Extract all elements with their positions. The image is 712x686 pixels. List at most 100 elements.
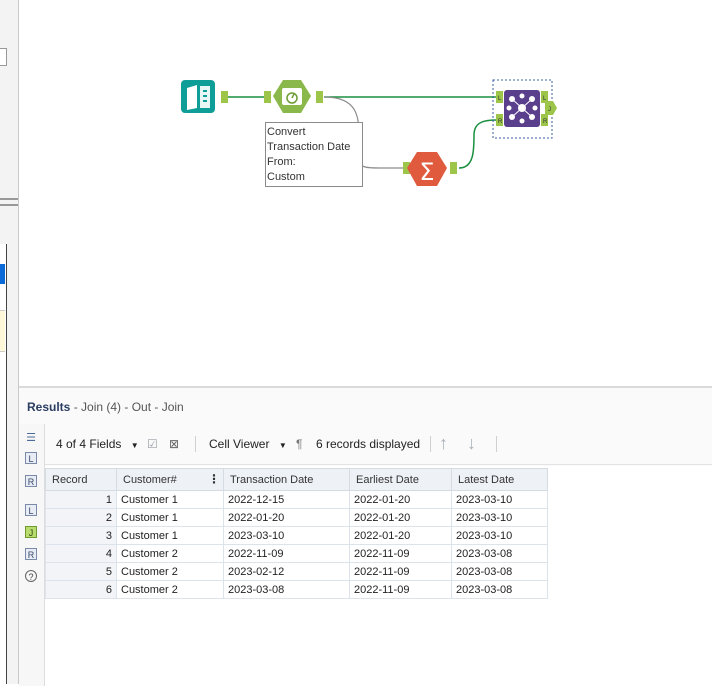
header-row: Record Customer# ⋮ Transaction Date Earl…	[45, 468, 548, 491]
panel-divider	[0, 198, 18, 200]
anchor-label-r: R	[498, 119, 503, 125]
cell-earliest-date[interactable]: 2022-01-20	[349, 508, 452, 527]
chevron-down-icon: ▼	[130, 441, 139, 450]
left-input-button[interactable]: L	[25, 452, 37, 464]
deselect-icon[interactable]: ⊠	[169, 437, 179, 451]
column-header-customer[interactable]: Customer# ⋮	[116, 468, 224, 491]
results-toolbar: 4 of 4 Fields ▼ ☑ ⊠ Cell Viewer ▼ ¶ 6 re…	[45, 424, 712, 465]
column-header-earliest-date[interactable]: Earliest Date	[349, 468, 452, 491]
table-row[interactable]: 1 Customer 1 2022-12-15 2022-01-20 2023-…	[45, 490, 548, 509]
fields-label: 4 of 4 Fields	[56, 437, 122, 451]
cell-record[interactable]: 3	[45, 526, 117, 545]
join-j-output-anchor	[545, 101, 557, 115]
workflow-canvas[interactable]: Σ L R L J R Convert Transaction Date Fro…	[19, 0, 712, 386]
output-anchor	[450, 162, 457, 174]
table-row[interactable]: 4 Customer 2 2022-11-09 2022-11-09 2023-…	[45, 544, 548, 563]
cell-latest-date[interactable]: 2023-03-08	[451, 544, 548, 563]
cell-customer[interactable]: Customer 1	[116, 490, 224, 509]
arrow-down-icon[interactable]: ↓	[467, 433, 476, 454]
panel-collapse-handle[interactable]	[0, 48, 7, 66]
output-anchor	[316, 91, 323, 103]
help-icon[interactable]: ?	[25, 570, 37, 582]
cell-latest-date[interactable]: 2023-03-10	[451, 490, 548, 509]
list-icon[interactable]: ☰	[25, 432, 37, 444]
cell-transaction-date[interactable]: 2023-03-08	[223, 580, 350, 599]
anchor-label-r-out: R	[543, 119, 548, 125]
table-row[interactable]: 5 Customer 2 2023-02-12 2022-11-09 2023-…	[45, 562, 548, 581]
summarize-tool: Σ	[407, 152, 447, 186]
workflow-diagram: Σ L R L J R	[181, 79, 557, 186]
arrow-up-icon[interactable]: ↑	[439, 433, 448, 454]
column-header-transaction-date[interactable]: Transaction Date	[223, 468, 350, 491]
table-row[interactable]: 6 Customer 2 2023-03-08 2022-11-09 2023-…	[45, 580, 548, 599]
output-anchor	[221, 91, 228, 103]
cell-latest-date[interactable]: 2023-03-08	[451, 580, 548, 599]
cell-latest-date[interactable]: 2023-03-10	[451, 508, 548, 527]
formula-tool	[273, 80, 311, 113]
cell-transaction-date[interactable]: 2022-12-15	[223, 490, 350, 509]
results-pane: Results - Join (4) - Out - Join ☰ L R L …	[19, 386, 712, 686]
viewer-label: Cell Viewer	[209, 437, 270, 451]
cell-transaction-date[interactable]: 2023-02-12	[223, 562, 350, 581]
left-panel-strip	[0, 0, 19, 684]
cell-earliest-date[interactable]: 2022-11-09	[349, 562, 452, 581]
highlight-row	[0, 310, 5, 352]
cell-transaction-date[interactable]: 2022-01-20	[223, 508, 350, 527]
records-count: 6 records displayed	[316, 437, 421, 451]
pilcrow-icon[interactable]: ¶	[296, 437, 302, 451]
cell-record[interactable]: 2	[45, 508, 117, 527]
right-output-button[interactable]: R	[25, 548, 37, 560]
checkbox-icon[interactable]: ☑	[147, 437, 158, 451]
toolbar-separator	[195, 436, 196, 452]
more-icon[interactable]: ⋮	[208, 472, 220, 486]
cell-record[interactable]: 6	[45, 580, 117, 599]
annotation-line: Custom	[267, 171, 305, 183]
fields-dropdown[interactable]: 4 of 4 Fields ▼	[56, 437, 139, 451]
viewer-dropdown[interactable]: Cell Viewer ▼	[209, 437, 287, 451]
cell-record[interactable]: 5	[45, 562, 117, 581]
cell-earliest-date[interactable]: 2022-01-20	[349, 526, 452, 545]
results-subtitle: - Join (4) - Out - Join	[73, 400, 184, 414]
cell-customer[interactable]: Customer 1	[116, 526, 224, 545]
cell-record[interactable]: 4	[45, 544, 117, 563]
panel-divider	[0, 204, 18, 206]
toolbar-separator	[496, 436, 497, 452]
right-input-button[interactable]: R	[25, 475, 37, 487]
cell-latest-date[interactable]: 2023-03-08	[451, 562, 548, 581]
column-header-label: Customer#	[123, 473, 177, 486]
results-title: Results	[27, 400, 71, 414]
annotation-line: Transaction Date	[267, 141, 351, 153]
connector-summarize-to-join-right	[458, 119, 498, 169]
cell-latest-date[interactable]: 2023-03-10	[451, 526, 548, 545]
cell-earliest-date[interactable]: 2022-01-20	[349, 490, 452, 509]
svg-text:Σ: Σ	[419, 158, 434, 186]
cell-earliest-date[interactable]: 2022-11-09	[349, 580, 452, 599]
cell-customer[interactable]: Customer 2	[116, 580, 224, 599]
cell-transaction-date[interactable]: 2023-03-10	[223, 526, 350, 545]
results-grid[interactable]: Record Customer# ⋮ Transaction Date Earl…	[45, 466, 712, 686]
column-header-record[interactable]: Record	[45, 468, 117, 491]
toolbar-separator	[430, 436, 431, 452]
chevron-down-icon: ▼	[278, 441, 287, 450]
left-output-button[interactable]: L	[25, 504, 37, 516]
table-row[interactable]: 2 Customer 1 2022-01-20 2022-01-20 2023-…	[45, 508, 548, 527]
cell-customer[interactable]: Customer 2	[116, 562, 224, 581]
input-anchor	[264, 91, 271, 103]
cell-customer[interactable]: Customer 1	[116, 508, 224, 527]
join-output-button[interactable]: J	[25, 526, 37, 538]
cell-customer[interactable]: Customer 2	[116, 544, 224, 563]
column-header-latest-date[interactable]: Latest Date	[451, 468, 548, 491]
input-data-tool	[181, 80, 215, 113]
annotation-line: Convert	[267, 126, 306, 138]
annotation-line: From:	[267, 156, 296, 168]
results-side-toolbar: ☰ L R L J R ?	[19, 424, 45, 686]
join-tool	[504, 90, 540, 127]
results-header: Results - Join (4) - Out - Join	[27, 400, 184, 414]
cell-record[interactable]: 1	[45, 490, 117, 509]
anchor-label-j-out: J	[548, 107, 551, 113]
cell-transaction-date[interactable]: 2022-11-09	[223, 544, 350, 563]
cell-earliest-date[interactable]: 2022-11-09	[349, 544, 452, 563]
formula-annotation: Convert Transaction Date From: Custom	[265, 122, 363, 187]
table-row[interactable]: 3 Customer 1 2023-03-10 2022-01-20 2023-…	[45, 526, 548, 545]
results-table: Record Customer# ⋮ Transaction Date Earl…	[45, 468, 548, 599]
